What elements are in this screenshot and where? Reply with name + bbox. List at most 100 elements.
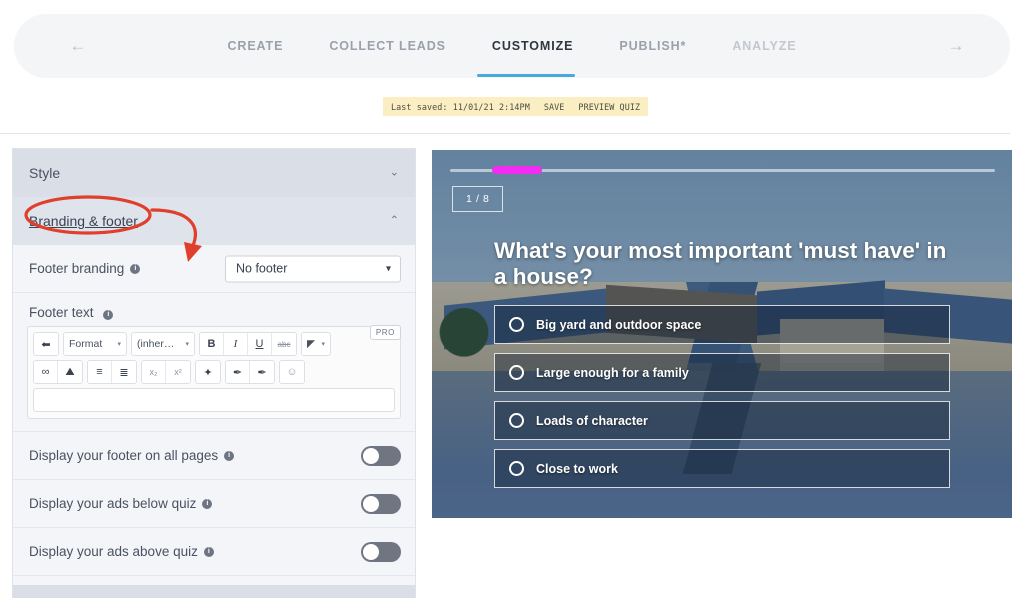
- chevron-down-icon: ▾: [385, 263, 391, 274]
- footer-branding-label: Footer branding: [29, 261, 125, 276]
- tab-publish[interactable]: PUBLISH*: [617, 35, 688, 57]
- info-icon[interactable]: i: [130, 263, 141, 274]
- toggle-row-footer-all-pages: Display your footer on all pages i: [13, 432, 415, 480]
- chevron-down-icon: ▾: [185, 341, 189, 348]
- footer-text-row: Footer text i PRO ⬅ Format ▾ (inher… ▾ B…: [13, 293, 415, 432]
- rte-group-insert: ∞ ⛰: [33, 360, 83, 384]
- save-button[interactable]: SAVE: [544, 102, 565, 112]
- rte-group-remove-format: ◤ ▾: [301, 332, 331, 356]
- rte-group-format: Format ▾: [63, 332, 127, 356]
- link-icon[interactable]: ∞: [34, 361, 58, 383]
- navigation-bar: ← CREATE COLLECT LEADS CUSTOMIZE PUBLISH…: [14, 14, 1010, 78]
- preview-quiz-button[interactable]: PREVIEW QUIZ: [578, 102, 640, 112]
- rich-text-editor: ⬅ Format ▾ (inher… ▾ B I U abc ◤ ▾ ∞ ⛰ ≡…: [27, 326, 401, 419]
- header-divider: [0, 133, 1010, 134]
- toggle-footer-all-pages[interactable]: [361, 445, 401, 466]
- brush-light-icon[interactable]: ✒: [226, 361, 250, 383]
- quiz-progress-fill: [492, 166, 542, 174]
- rte-group-font: (inher… ▾: [131, 332, 195, 356]
- quiz-option[interactable]: Close to work: [494, 449, 950, 488]
- toggle-row-ads-above: Display your ads above quiz i: [13, 528, 415, 576]
- format-select[interactable]: Format ▾: [64, 333, 126, 355]
- numbered-list-icon[interactable]: ≣: [112, 361, 136, 383]
- tab-collect-leads[interactable]: COLLECT LEADS: [327, 35, 448, 57]
- subscript-icon[interactable]: x₂: [142, 361, 166, 383]
- tab-create[interactable]: CREATE: [225, 35, 285, 57]
- toggle-knob: [363, 495, 379, 512]
- tab-analyze[interactable]: ANALYZE: [730, 35, 798, 57]
- footer-text-input[interactable]: [33, 388, 395, 412]
- info-icon[interactable]: i: [224, 450, 235, 461]
- quiz-option[interactable]: Loads of character: [494, 401, 950, 440]
- toggle-knob: [363, 543, 379, 560]
- toggle-knob: [363, 447, 379, 464]
- wizard-tabs: CREATE COLLECT LEADS CUSTOMIZE PUBLISH* …: [14, 14, 1010, 78]
- top-header: ← CREATE COLLECT LEADS CUSTOMIZE PUBLISH…: [0, 0, 1024, 134]
- last-saved-text: Last saved: 11/01/21 2:14PM: [391, 101, 530, 112]
- accordion-branding-footer-label: Branding & footer: [29, 213, 138, 229]
- footer-branding-select-value: No footer: [236, 261, 288, 276]
- rte-group-undo: ⬅: [33, 332, 59, 356]
- superscript-icon[interactable]: x²: [166, 361, 190, 383]
- radio-icon: [509, 461, 524, 476]
- quiz-page-counter: 1 / 8: [452, 186, 504, 212]
- tab-customize[interactable]: CUSTOMIZE: [490, 35, 575, 57]
- radio-icon: [509, 365, 524, 380]
- quiz-option-label: Loads of character: [536, 413, 648, 428]
- rte-group-brush: ✒ ✒: [225, 360, 275, 384]
- accordion-style[interactable]: Style ⌄: [13, 149, 415, 197]
- brush-dark-icon[interactable]: ✒: [250, 361, 274, 383]
- accordion-colors[interactable]: Colors ⌄: [13, 585, 415, 598]
- format-select-value: Format: [69, 338, 103, 350]
- underline-icon[interactable]: U: [248, 333, 272, 355]
- toggle-label-ads-above: Display your ads above quiz: [29, 544, 198, 559]
- quiz-preview: 1 / 8 What's your most important 'must h…: [432, 150, 1012, 518]
- toggle-label-ads-below: Display your ads below quiz: [29, 496, 197, 511]
- quiz-options-list: Big yard and outdoor space Large enough …: [494, 305, 950, 497]
- arrow-right-icon[interactable]: →: [936, 14, 976, 78]
- image-icon[interactable]: ⛰: [58, 361, 82, 383]
- font-select[interactable]: (inher… ▾: [132, 333, 194, 355]
- quiz-option-label: Large enough for a family: [536, 365, 689, 380]
- radio-icon: [509, 413, 524, 428]
- accordion-style-label: Style: [29, 165, 61, 181]
- customize-settings-panel: Style ⌄ Branding & footer ⌃ Footer brand…: [12, 148, 416, 598]
- chevron-down-icon: ▾: [321, 341, 325, 348]
- rte-group-paste: ✦: [195, 360, 221, 384]
- font-select-value: (inher…: [137, 338, 175, 350]
- save-bar: Last saved: 11/01/21 2:14PM SAVE PREVIEW…: [383, 97, 649, 116]
- rte-group-emoji: ☺: [279, 360, 305, 384]
- bold-icon[interactable]: B: [200, 333, 224, 355]
- info-icon[interactable]: i: [103, 310, 114, 320]
- rte-toolbar-row-2: ∞ ⛰ ≡ ≣ x₂ x² ✦ ✒ ✒ ☺: [33, 360, 395, 384]
- toggle-label-footer-all-pages: Display your footer on all pages: [29, 448, 219, 463]
- chevron-up-icon: ⌃: [389, 214, 399, 227]
- remove-format-icon[interactable]: ◤ ▾: [302, 333, 330, 355]
- radio-icon: [509, 317, 524, 332]
- footer-text-label: Footer text: [29, 305, 94, 320]
- italic-icon[interactable]: I: [224, 333, 248, 355]
- info-icon[interactable]: i: [203, 546, 214, 557]
- rte-group-script: x₂ x²: [141, 360, 191, 384]
- info-icon[interactable]: i: [202, 498, 213, 509]
- accordion-branding-footer[interactable]: Branding & footer ⌃: [13, 197, 415, 245]
- chevron-down-icon: ⌄: [389, 166, 399, 179]
- rte-toolbar-row-1: ⬅ Format ▾ (inher… ▾ B I U abc ◤ ▾: [33, 332, 395, 356]
- quiz-option[interactable]: Large enough for a family: [494, 353, 950, 392]
- undo-icon[interactable]: ⬅: [34, 333, 58, 355]
- toggle-ads-above-quiz[interactable]: [361, 541, 401, 562]
- active-tab-indicator: [477, 74, 575, 77]
- bullet-list-icon[interactable]: ≡: [88, 361, 112, 383]
- strikethrough-icon[interactable]: abc: [272, 333, 296, 355]
- emoji-icon[interactable]: ☺: [280, 361, 304, 383]
- toggle-ads-below-quiz[interactable]: [361, 493, 401, 514]
- quiz-option-label: Big yard and outdoor space: [536, 317, 702, 332]
- image-watermark: Image by Pexels from pexels.com: [432, 386, 433, 511]
- quiz-option[interactable]: Big yard and outdoor space: [494, 305, 950, 344]
- footer-branding-select[interactable]: No footer ▾: [225, 255, 401, 282]
- quiz-question: What's your most important 'must have' i…: [494, 238, 947, 290]
- footer-text-label-wrap: Footer text i: [27, 303, 401, 326]
- paste-icon[interactable]: ✦: [196, 361, 220, 383]
- pro-badge[interactable]: PRO: [369, 325, 401, 340]
- rte-group-lists: ≡ ≣: [87, 360, 137, 384]
